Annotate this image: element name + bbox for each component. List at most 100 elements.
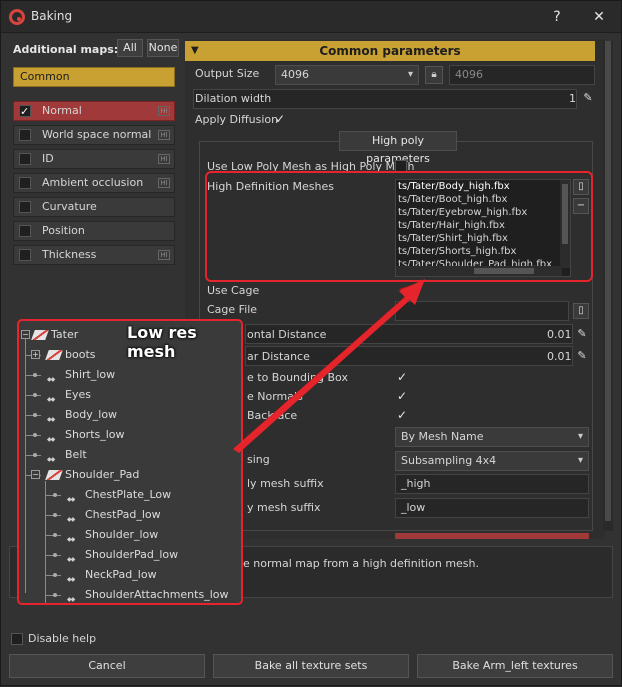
section-title: Common parameters [319,44,461,58]
bake-all-button[interactable]: Bake all texture sets [213,654,409,678]
additional-maps-label: Additional maps: [13,43,119,56]
bake-arm-button[interactable]: Bake Arm_left textures [417,654,613,678]
expand-icon[interactable]: + [31,350,40,359]
window-title: Baking [31,9,73,23]
cage-file-field[interactable] [395,301,569,321]
antialiasing-select[interactable]: Subsampling 4x4 [395,451,589,471]
map-item[interactable]: Thickness HI [13,245,175,265]
low-suffix-field[interactable]: _low [395,498,589,518]
cancel-button[interactable]: Cancel [9,654,205,678]
output-size-select[interactable]: 4096 [275,65,419,85]
parameters-panel: ▼ Common parameters Output Size 4096 🔒︎ … [185,39,605,539]
browse-file-icon[interactable]: ▯ [573,303,589,319]
map-checkbox[interactable] [19,201,31,213]
object-icon [45,350,63,360]
leaf-dot [33,413,37,417]
tree-item[interactable]: Belt [47,447,87,463]
all-button[interactable]: All [117,39,143,57]
collapse-icon[interactable]: − [21,330,30,339]
map-label: Curvature [42,200,97,213]
object-icon [45,470,63,480]
high-poly-badge: HI [158,178,170,188]
high-suffix-field[interactable]: _high [395,474,589,494]
map-checkbox[interactable] [19,177,31,189]
tree-item-label: Shoulder_Pad [65,468,140,481]
parameters-scrollbar[interactable] [603,41,613,531]
map-checkbox[interactable] [19,249,31,261]
mesh-icon [67,550,81,560]
dilation-value: 1 [569,92,576,105]
tree-item-label: Shoulder_low [85,528,159,541]
high-suffix-label: ly mesh suffix [247,477,324,490]
map-checkbox[interactable] [19,225,31,237]
tree-item[interactable]: NeckPad_low [67,567,157,583]
map-item[interactable]: ID HI [13,149,175,169]
match-select[interactable]: By Mesh Name [395,427,589,447]
mesh-icon [67,490,81,500]
map-checkbox[interactable] [19,103,31,121]
lock-icon[interactable]: 🔒︎ [425,66,443,84]
map-checkbox[interactable] [19,129,31,141]
map-label: Thickness [42,248,97,261]
edit-icon[interactable]: ✎ [581,91,595,105]
leaf-dot [33,453,37,457]
mesh-icon [67,570,81,580]
collapse-icon[interactable]: − [31,470,40,479]
tree-item-label: Shorts_low [65,428,125,441]
tree-item[interactable]: ChestPad_low [67,507,161,523]
map-checkbox[interactable] [19,153,31,165]
tree-root[interactable]: Tater [31,327,78,343]
apply-diffusion-checkbox[interactable]: ✓ [273,112,287,126]
tree-item[interactable]: boots [45,347,96,363]
tree-item[interactable]: ChestPlate_Low [67,487,171,503]
outliner-tree: Low res mesh Tater − boots + Shirt_low Eyes Bo… [17,319,243,605]
tree-item-label: boots [65,348,96,361]
map-label: Position [42,224,85,237]
edit-icon[interactable]: ✎ [575,327,589,341]
mesh-icon [47,430,61,440]
common-tab[interactable]: Common [13,67,175,87]
object-icon [31,330,49,340]
map-item[interactable]: Ambient occlusion HI [13,173,175,193]
disable-help-checkbox[interactable] [11,633,23,645]
normals-checkbox[interactable]: ✓ [395,389,409,403]
high-poly-parameters-header[interactable]: High poly parameters [339,131,457,165]
high-poly-badge: HI [158,154,170,164]
tree-item[interactable]: Shoulder_low [67,527,158,543]
tree-item[interactable]: Shorts_low [47,427,125,443]
leaf-dot [53,593,57,597]
common-parameters-header[interactable]: ▼ Common parameters [185,41,595,61]
cage-file-label: Cage File [207,303,258,316]
rear-distance-label: ar Distance [247,350,310,363]
map-item[interactable]: Normal HI [13,101,175,121]
leaf-dot [33,373,37,377]
tree-item-label: NeckPad_low [85,568,157,581]
tree-item[interactable]: Shirt_low [47,367,115,383]
tree-item[interactable]: Body_low [47,407,117,423]
mesh-icon [47,410,61,420]
tree-item[interactable]: Shoulder_Pad [45,467,140,483]
high-poly-badge: HI [158,106,170,116]
output-size-field[interactable]: 4096 [449,65,595,85]
map-label: ID [42,152,54,165]
close-icon[interactable]: ✕ [589,7,609,27]
map-item[interactable]: Position [13,221,175,241]
tree-item[interactable]: ShoulderPad_low [67,547,178,563]
annotation-highlight [205,171,593,282]
frontal-distance-label: ontal Distance [247,328,327,341]
tree-item[interactable]: ShoulderAttachments_low [67,587,228,603]
backface-checkbox[interactable]: ✓ [395,408,409,422]
tree-item-label: Body_low [65,408,118,421]
help-icon[interactable]: ? [547,7,567,27]
none-button[interactable]: None [147,39,179,57]
map-item[interactable]: Curvature [13,197,175,217]
tree-item[interactable]: Eyes [47,387,91,403]
bounding-box-checkbox[interactable]: ✓ [395,370,409,384]
bounding-box-label: e to Bounding Box [247,371,348,384]
next-section-header[interactable] [395,533,589,539]
edit-icon[interactable]: ✎ [575,349,589,363]
map-item[interactable]: World space normal HI [13,125,175,145]
backface-label: Backface [247,409,298,422]
map-label: Normal [42,104,82,117]
tree-item-label: Belt [65,448,87,461]
